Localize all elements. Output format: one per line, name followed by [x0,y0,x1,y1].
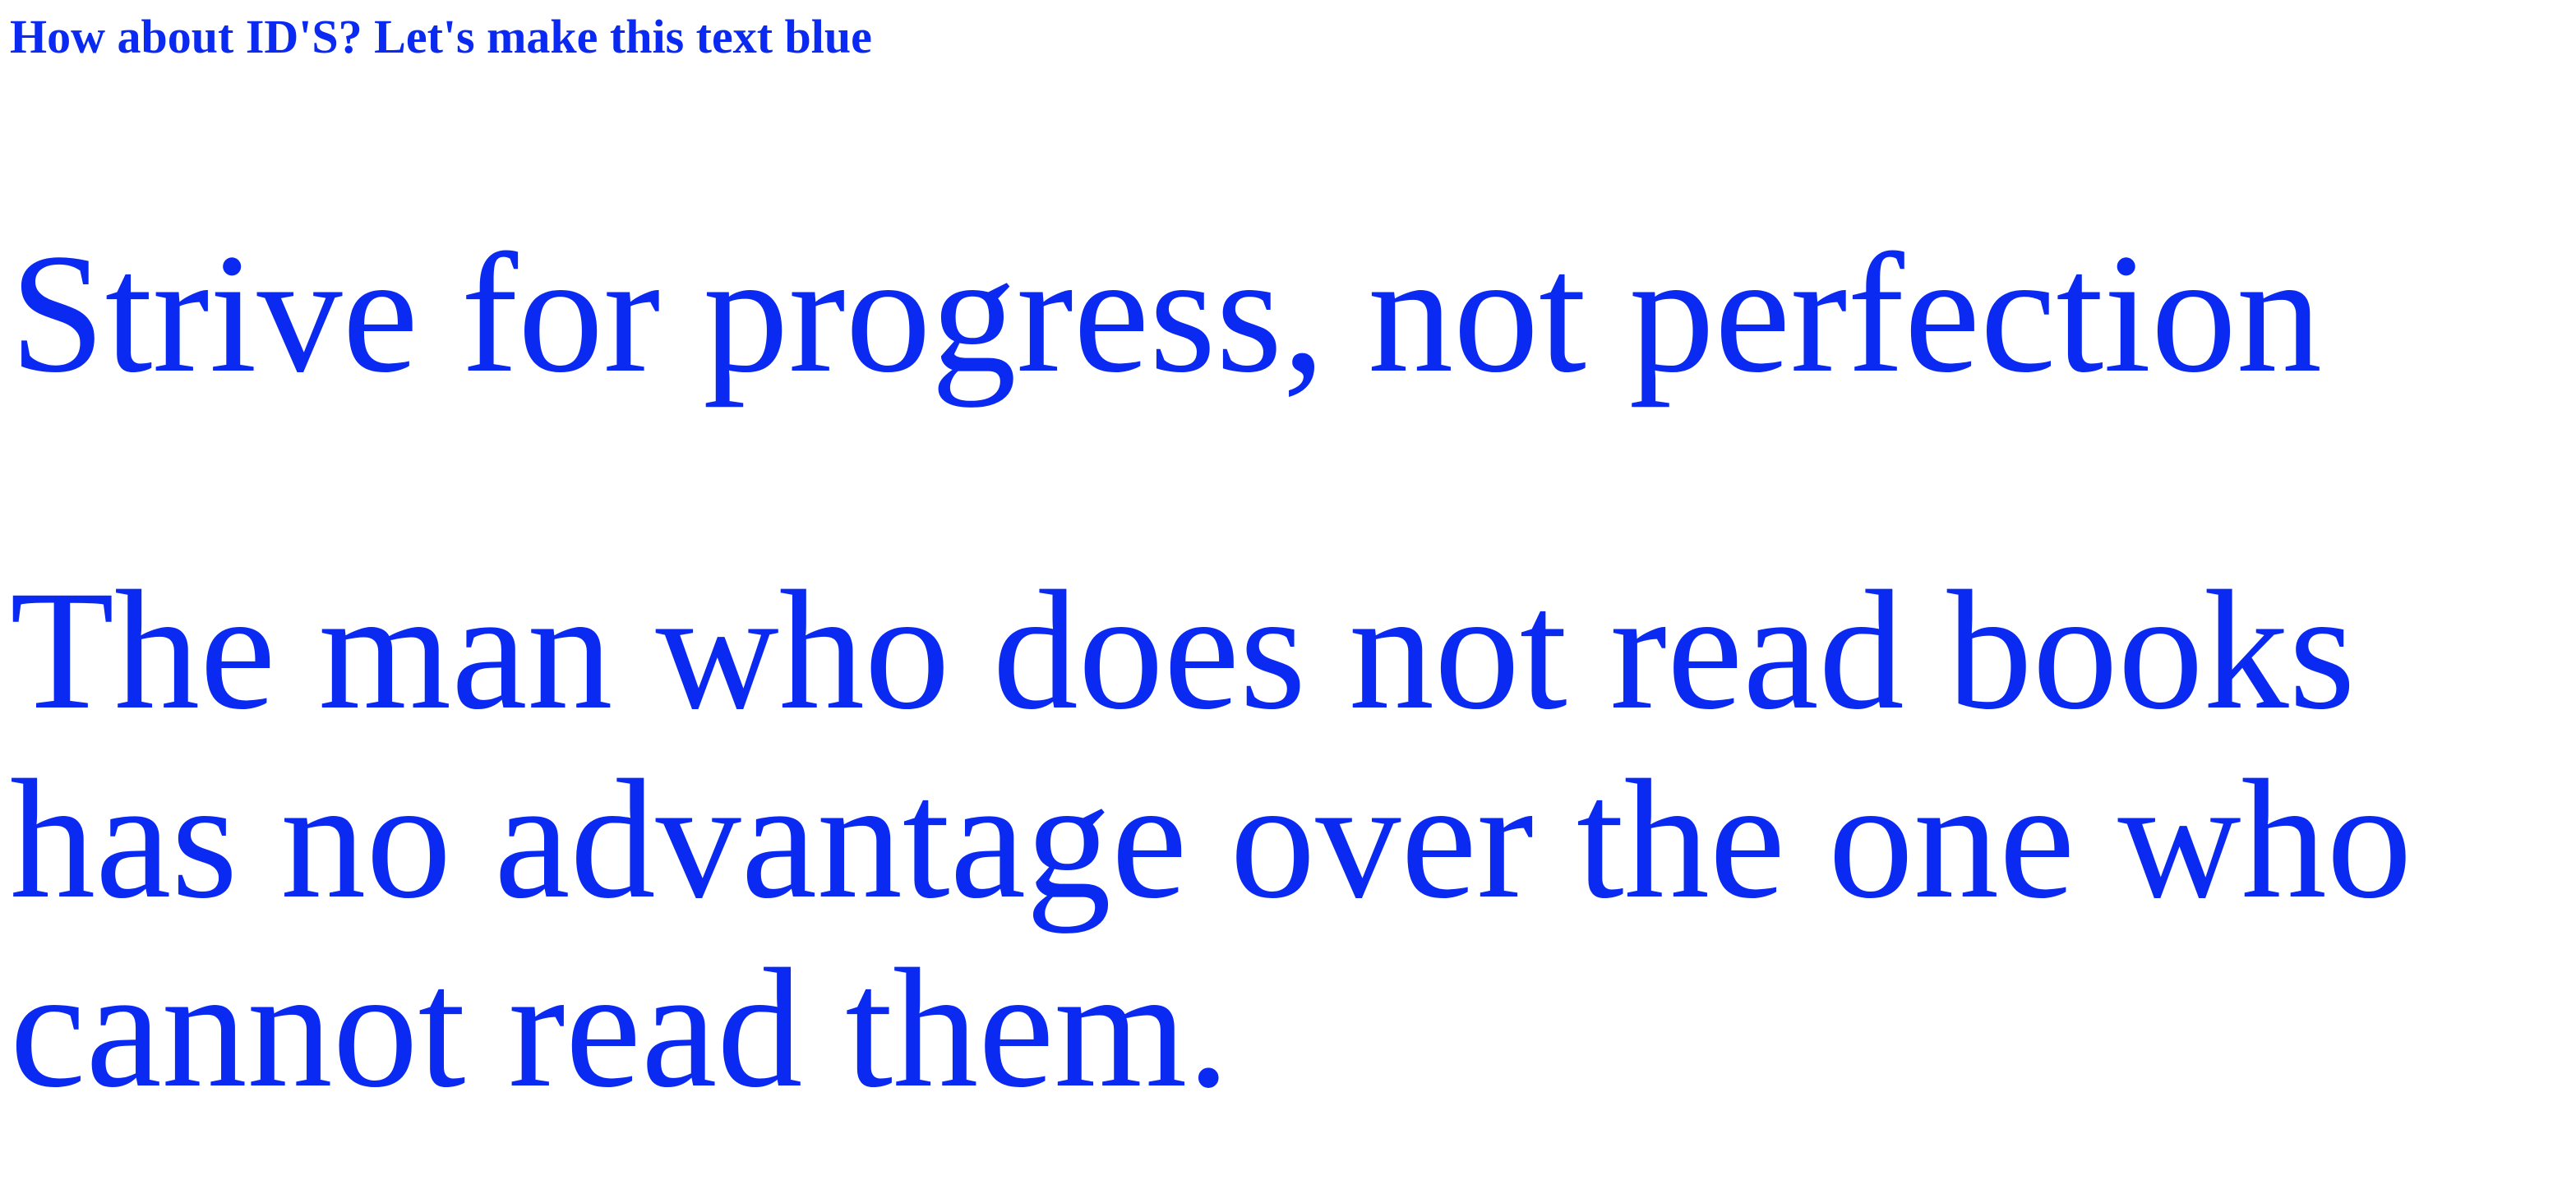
books-quote: The man who does not read books has no a… [10,555,2412,1122]
progress-quote: Strive for progress, not perfection [10,219,2322,408]
page-heading: How about ID'S? Let's make this text blu… [10,10,872,63]
page-body: How about ID'S? Let's make this text blu… [0,0,2576,1203]
